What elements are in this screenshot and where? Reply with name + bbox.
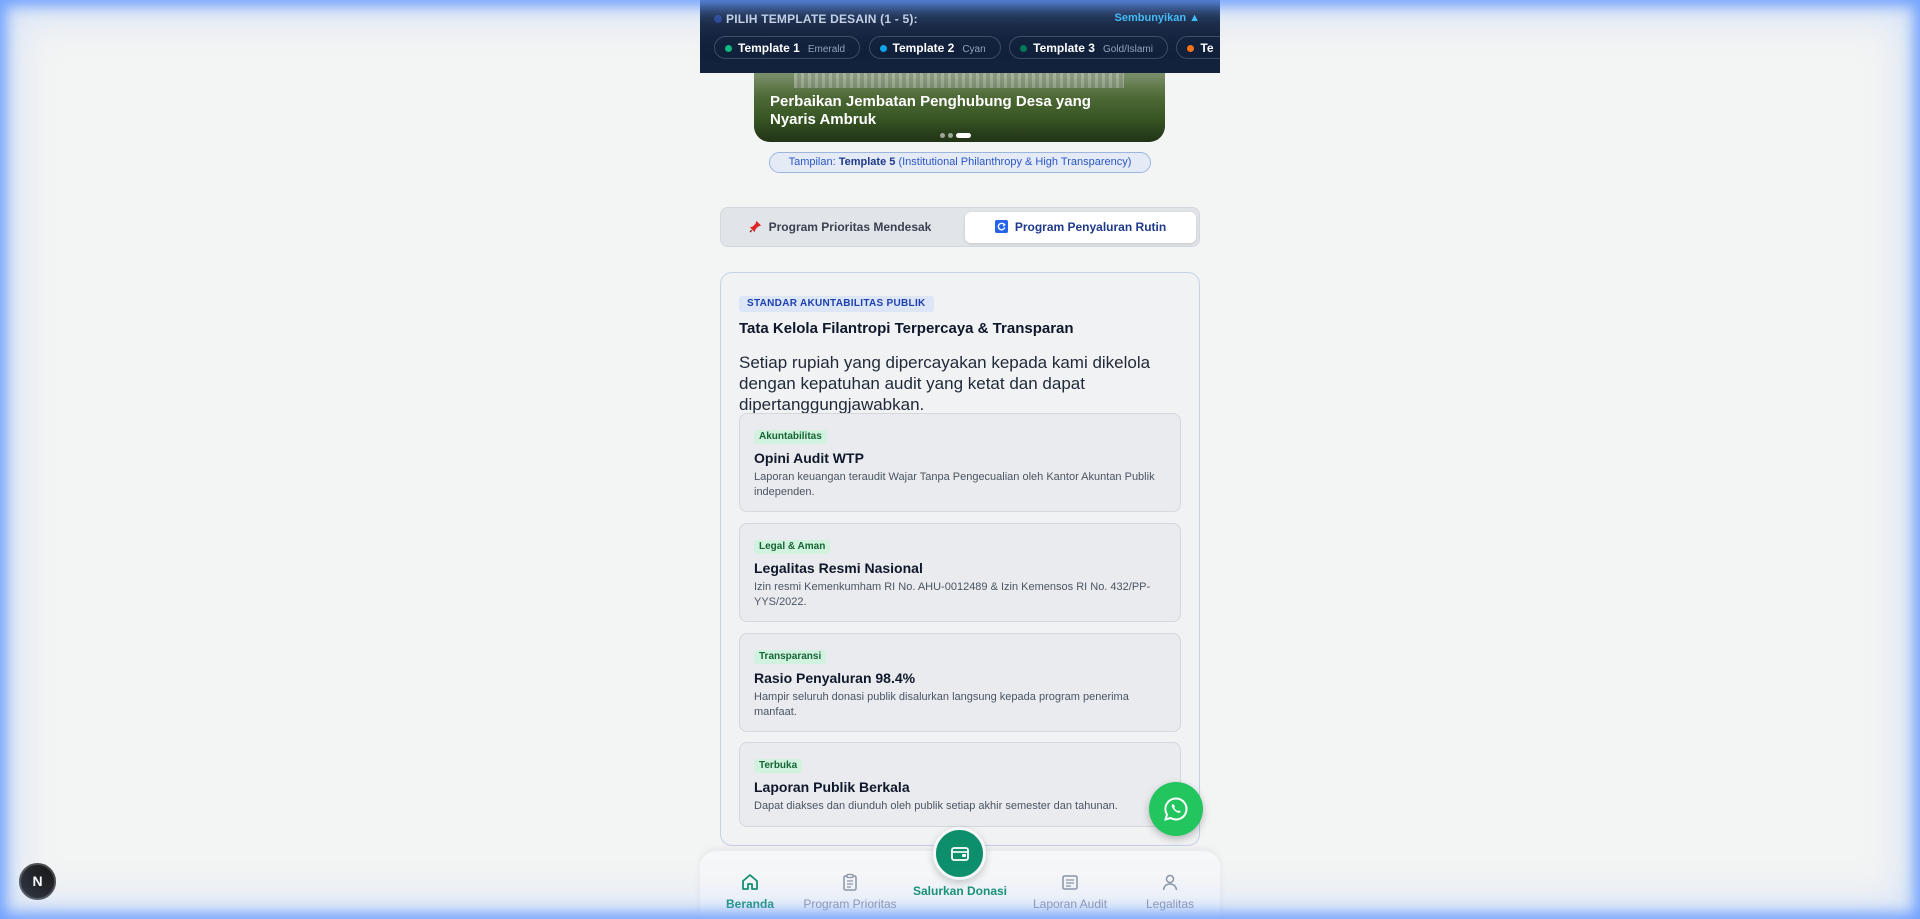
list-item-legalitas: Legal & Aman Legalitas Resmi Nasional Iz…: [739, 523, 1181, 622]
item-description: Laporan keuangan teraudit Wajar Tanpa Pe…: [754, 471, 1155, 498]
template-chip-sub: Gold/Islami: [1102, 44, 1153, 55]
list-item-rasio: Transparansi Rasio Penyaluran 98.4% Hamp…: [739, 633, 1181, 732]
template-chip-name: Template 2: [892, 41, 955, 55]
accountability-card: STANDAR AKUNTABILITAS PUBLIK Tata Kelola…: [720, 272, 1200, 846]
nextjs-dev-badge[interactable]: N: [19, 863, 56, 900]
view-pill-prefix: Tampilan:: [788, 156, 839, 168]
template-chip-3[interactable]: Template 3 Gold/Islami: [1009, 36, 1168, 59]
tab-label: Program Prioritas Mendesak: [768, 220, 932, 234]
list-item-laporan: Terbuka Laporan Publik Berkala Dapat dia…: [739, 742, 1181, 827]
whatsapp-button[interactable]: [1149, 782, 1203, 836]
template-chip-2[interactable]: Template 2 Cyan: [868, 36, 1001, 59]
item-title: Laporan Publik Berkala: [754, 779, 910, 795]
template-chip-name: Template 1: [738, 41, 800, 55]
item-description: Izin resmi Kemenkumham RI No. AHU-001248…: [754, 581, 1151, 608]
item-title: Opini Audit WTP: [754, 450, 864, 466]
nav-item-laporan-audit[interactable]: Laporan Audit: [1020, 873, 1120, 911]
user-icon: [1162, 874, 1178, 891]
item-title: Rasio Penyaluran 98.4%: [754, 670, 916, 686]
tab-program-prioritas-mendesak[interactable]: Program Prioritas Mendesak: [725, 212, 955, 243]
item-title: Legalitas Resmi Nasional: [754, 560, 923, 576]
card-description: Setiap rupiah yang dipercayakan kepada k…: [739, 353, 1151, 414]
donate-button[interactable]: [933, 827, 986, 880]
carousel-dot-active[interactable]: [956, 133, 971, 139]
picker-header: PILIH TEMPLATE DESAIN (1 - 5): Sembunyik…: [714, 12, 1200, 26]
banner-title: Perbaikan Jembatan Penghubung Desa yang …: [770, 93, 1091, 128]
program-tabs: Program Prioritas Mendesak Program Penya…: [720, 207, 1200, 247]
template-picker: PILIH TEMPLATE DESAIN (1 - 5): Sembunyik…: [700, 0, 1220, 73]
pin-icon: [749, 220, 761, 233]
card-title: Tata Kelola Filantropi Terpercaya & Tran…: [739, 320, 1074, 337]
carousel-dot[interactable]: [940, 133, 945, 139]
template-color-dot-icon: [879, 45, 887, 52]
template-color-dot-icon: [725, 45, 732, 52]
carousel-dot[interactable]: [948, 133, 953, 139]
picker-title: PILIH TEMPLATE DESAIN (1 - 5):: [726, 12, 918, 26]
template-color-dot-icon: [1187, 45, 1195, 52]
template-color-dot-icon: [1020, 45, 1028, 52]
item-description: Hampir seluruh donasi publik disalurkan …: [754, 691, 1129, 718]
template-chip-name: Template 3: [1033, 41, 1095, 55]
refresh-icon: [994, 220, 1008, 233]
nav-label: Beranda: [725, 897, 775, 911]
nav-label: Program Prioritas: [803, 897, 897, 911]
whatsapp-icon: [1164, 797, 1188, 821]
hide-picker-button[interactable]: Sembunyikan ▲: [1115, 12, 1200, 24]
nav-label: Laporan Audit: [1032, 897, 1108, 911]
current-template-pill: Tampilan: Template 5 (Institutional Phil…: [769, 152, 1151, 173]
accountability-badge: STANDAR AKUNTABILITAS PUBLIK: [739, 296, 934, 312]
template-chip-list: Template 1 Emerald Template 2 Cyan Templat…: [714, 36, 1220, 59]
wallet-icon: [951, 847, 969, 861]
view-pill-suffix: (Institutional Philanthropy & High Trans…: [895, 156, 1132, 168]
item-tag: Transparansi: [754, 650, 827, 664]
list-item-audit: Akuntabilitas Opini Audit WTP Laporan ke…: [739, 413, 1181, 512]
picker-dot-icon: [714, 15, 722, 23]
item-description: Dapat diakses dan diunduh oleh publik se…: [754, 800, 1118, 812]
tab-label: Program Penyaluran Rutin: [1014, 220, 1167, 234]
clipboard-icon: [843, 873, 857, 891]
template-chip-sub: Cyan: [962, 44, 986, 55]
home-icon: [742, 874, 758, 890]
nav-item-program-prioritas[interactable]: Program Prioritas: [800, 873, 900, 911]
view-pill-template-name: Template 5: [838, 156, 896, 168]
item-tag: Terbuka: [754, 759, 803, 773]
template-chip-sub: Emerald: [807, 44, 846, 55]
item-tag: Legal & Aman: [754, 540, 831, 554]
report-icon: [1062, 875, 1078, 890]
item-tag: Akuntabilitas: [754, 430, 827, 444]
carousel-dots[interactable]: [940, 127, 974, 142]
nav-item-legalitas[interactable]: Legalitas: [1120, 873, 1220, 911]
template-chip-1[interactable]: Template 1 Emerald: [714, 36, 861, 59]
nav-item-beranda[interactable]: Beranda: [700, 873, 800, 911]
template-chip-name: Te: [1200, 41, 1214, 55]
tab-program-penyaluran-rutin[interactable]: Program Penyaluran Rutin: [965, 212, 1196, 243]
template-chip-4[interactable]: Te: [1176, 36, 1220, 59]
nav-label: Legalitas: [1145, 897, 1195, 911]
donate-label[interactable]: Salurkan Donasi: [900, 884, 1020, 898]
